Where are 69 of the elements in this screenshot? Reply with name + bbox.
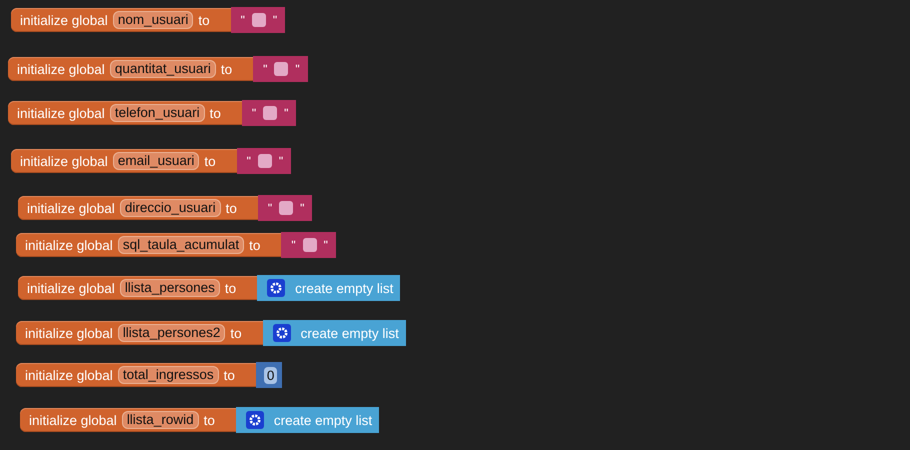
text-block[interactable]: " " bbox=[242, 100, 296, 126]
initialize-global-block[interactable]: initialize global total_ingressos to bbox=[16, 363, 256, 387]
block-label: to bbox=[204, 412, 215, 428]
initialize-global-block[interactable]: initialize global llista_persones to bbox=[18, 276, 258, 300]
variable-name-field[interactable]: nom_usuari bbox=[112, 11, 194, 29]
text-block[interactable]: " " bbox=[281, 232, 336, 258]
variable-name-field[interactable]: llista_persones bbox=[120, 279, 220, 297]
text-block[interactable]: " " bbox=[253, 56, 308, 82]
block-label: initialize global bbox=[27, 280, 115, 296]
quote-mark: " bbox=[246, 154, 251, 168]
block-label: to bbox=[220, 62, 232, 76]
text-field[interactable] bbox=[302, 238, 317, 252]
block-label: to bbox=[224, 280, 236, 296]
block-label: initialize global bbox=[20, 12, 108, 28]
block-label: to bbox=[230, 326, 242, 340]
block-label: to bbox=[249, 238, 260, 252]
block-label: initialize global bbox=[25, 238, 113, 252]
initialize-global-block[interactable]: initialize global email_usuari to bbox=[11, 149, 237, 173]
quote-mark: " bbox=[252, 106, 256, 120]
quote-mark: " bbox=[278, 154, 284, 168]
variable-name-field[interactable]: quantitat_usuari bbox=[110, 60, 216, 78]
variable-name-field[interactable]: email_usuari bbox=[112, 152, 200, 170]
variable-name-field[interactable]: llista_persones2 bbox=[118, 324, 226, 342]
block-label: to bbox=[210, 106, 221, 120]
quote-mark: " bbox=[324, 238, 328, 252]
variable-name-field[interactable]: telefon_usuari bbox=[110, 104, 205, 122]
block-label: initialize global bbox=[17, 106, 105, 120]
quote-mark: " bbox=[263, 62, 268, 76]
variable-name-field[interactable]: total_ingressos bbox=[118, 366, 219, 384]
block-label: to bbox=[224, 368, 235, 382]
text-block[interactable]: " " bbox=[258, 195, 312, 221]
text-field[interactable] bbox=[263, 106, 278, 120]
variable-name-field[interactable]: llista_rowid bbox=[122, 411, 199, 429]
initialize-global-block[interactable]: initialize global direccio_usuari to bbox=[18, 196, 258, 220]
block-label: to bbox=[226, 200, 237, 216]
gear-icon[interactable] bbox=[272, 324, 291, 342]
block-label: initialize global bbox=[29, 412, 117, 428]
initialize-global-block[interactable]: initialize global quantitat_usuari to bbox=[8, 57, 254, 81]
quote-mark: " bbox=[295, 62, 300, 76]
text-block[interactable]: " " bbox=[230, 7, 286, 33]
gear-icon[interactable] bbox=[267, 279, 286, 297]
quote-mark: " bbox=[284, 106, 288, 120]
quote-mark: " bbox=[291, 238, 296, 252]
text-field[interactable] bbox=[279, 201, 294, 215]
block-label: initialize global bbox=[17, 62, 105, 76]
initialize-global-block[interactable]: initialize global telefon_usuari to bbox=[8, 101, 242, 125]
block-label: to bbox=[198, 12, 210, 28]
quote-mark: " bbox=[268, 201, 272, 215]
block-label: initialize global bbox=[25, 326, 113, 340]
text-field[interactable] bbox=[274, 62, 288, 76]
quote-mark: " bbox=[240, 13, 245, 27]
initialize-global-block[interactable]: initialize global sql_taula_acumulat to bbox=[16, 233, 282, 257]
number-field[interactable]: 0 bbox=[264, 366, 278, 384]
block-label: initialize global bbox=[20, 154, 108, 168]
initialize-global-block[interactable]: initialize global llista_rowid to bbox=[20, 408, 236, 432]
variable-name-field[interactable]: sql_taula_acumulat bbox=[118, 236, 244, 254]
number-block[interactable]: 0 bbox=[256, 362, 282, 388]
initialize-global-block[interactable]: initialize global nom_usuari to bbox=[11, 8, 231, 32]
text-field[interactable] bbox=[252, 13, 266, 27]
variable-name-field[interactable]: direccio_usuari bbox=[120, 199, 221, 217]
block-label: initialize global bbox=[25, 368, 113, 382]
gear-icon[interactable] bbox=[246, 411, 264, 429]
quote-mark: " bbox=[300, 201, 304, 215]
block-label: initialize global bbox=[27, 200, 115, 216]
text-block[interactable]: " " bbox=[236, 148, 292, 174]
quote-mark: " bbox=[272, 13, 278, 27]
initialize-global-block[interactable]: initialize global llista_persones2 to bbox=[16, 321, 263, 345]
text-field[interactable] bbox=[258, 154, 272, 168]
block-label: to bbox=[204, 154, 216, 168]
